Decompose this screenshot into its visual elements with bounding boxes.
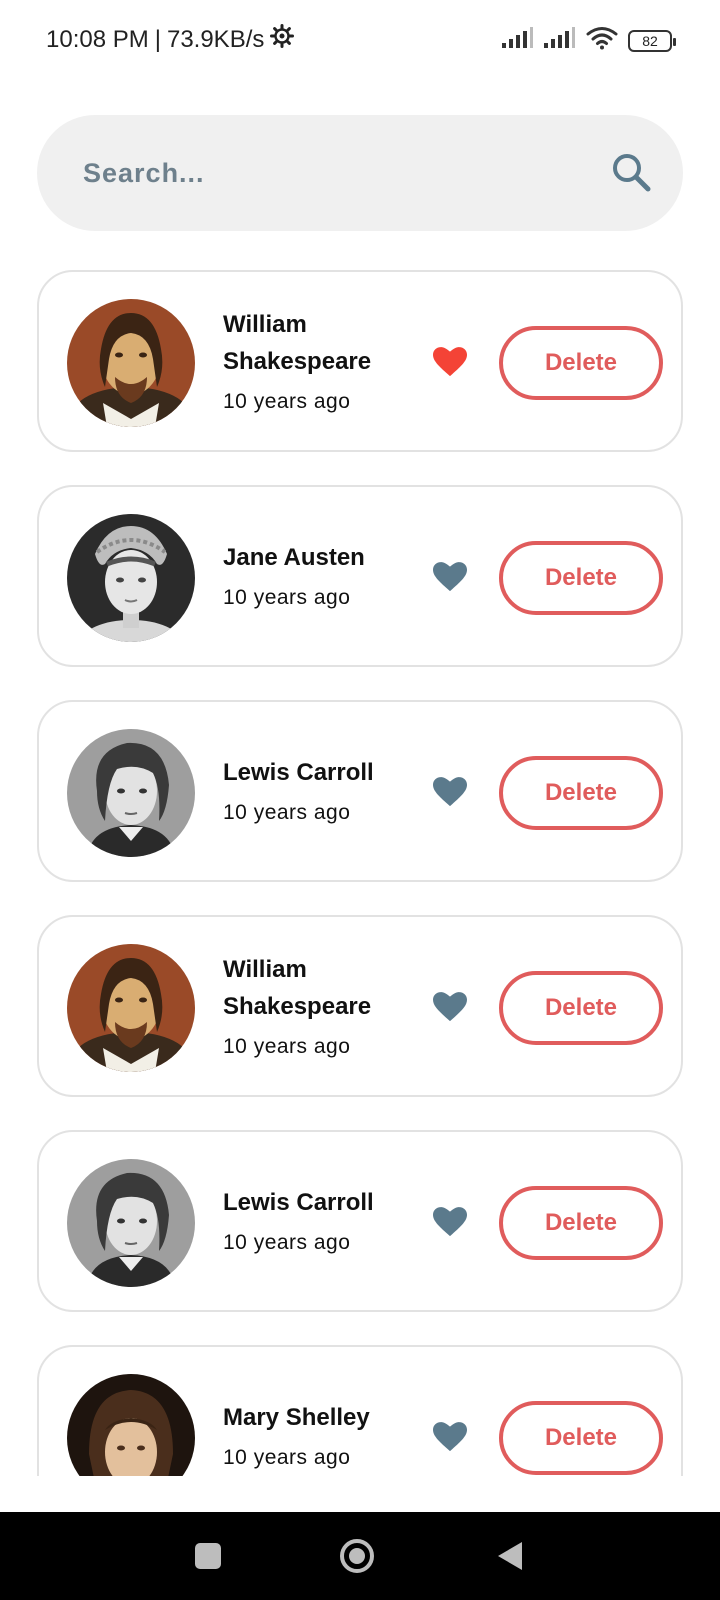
author-info: William Shakespeare 10 years ago <box>223 272 423 450</box>
author-name: Mary Shelley <box>223 1404 370 1431</box>
favorite-heart-icon[interactable] <box>431 343 469 381</box>
wifi-icon <box>586 26 618 55</box>
author-name: Lewis Carroll <box>223 1189 374 1216</box>
status-left: 10:08 PM | 73.9KB/s <box>46 24 295 55</box>
author-info: Lewis Carroll 10 years ago <box>223 1132 423 1310</box>
signal-strength-icon <box>544 27 576 54</box>
search-bar <box>37 115 683 231</box>
author-card[interactable]: Mary Shelley 10 years ago Delete <box>37 1345 683 1476</box>
author-card[interactable]: Jane Austen 10 years ago Delete <box>37 485 683 667</box>
search-input[interactable] <box>83 157 609 189</box>
austen-portrait <box>67 514 195 642</box>
author-name: William Shakespeare <box>223 955 372 1020</box>
favorite-heart-icon[interactable] <box>431 988 469 1026</box>
author-name: William Shakespeare <box>223 310 372 375</box>
carroll-portrait <box>67 729 195 857</box>
delete-button[interactable]: Delete <box>499 971 663 1045</box>
search-icon[interactable] <box>609 150 655 196</box>
author-avatar <box>67 1159 195 1287</box>
delete-button[interactable]: Delete <box>499 541 663 615</box>
battery-icon: 82 <box>628 29 676 52</box>
author-card[interactable]: William Shakespeare 10 years ago Delete <box>37 270 683 452</box>
author-list[interactable]: William Shakespeare 10 years ago Delete <box>0 270 720 1476</box>
author-card[interactable]: Lewis Carroll 10 years ago Delete <box>37 1130 683 1312</box>
system-nav-bar <box>0 1512 720 1600</box>
favorite-heart-icon[interactable] <box>431 1203 469 1241</box>
author-time: 10 years ago <box>223 801 351 824</box>
author-card[interactable]: Lewis Carroll 10 years ago Delete <box>37 700 683 882</box>
delete-button[interactable]: Delete <box>499 1401 663 1475</box>
shakespeare-portrait <box>67 944 195 1072</box>
author-avatar <box>67 944 195 1072</box>
author-card[interactable]: William Shakespeare 10 years ago Delete <box>37 915 683 1097</box>
status-bar: 10:08 PM | 73.9KB/s 82 <box>0 0 720 80</box>
status-right: 82 <box>502 26 676 55</box>
author-name: Jane Austen <box>223 544 365 571</box>
carroll-portrait <box>67 1159 195 1287</box>
author-avatar <box>67 729 195 857</box>
back-icon[interactable] <box>492 1538 528 1574</box>
network-speed: 73.9KB/s <box>166 25 265 53</box>
author-avatar <box>67 299 195 427</box>
shakespeare-portrait <box>67 299 195 427</box>
delete-button[interactable]: Delete <box>499 326 663 400</box>
status-separator: | <box>154 25 161 53</box>
recent-apps-icon[interactable] <box>190 1538 226 1574</box>
author-avatar <box>67 1374 195 1476</box>
delete-button[interactable]: Delete <box>499 1186 663 1260</box>
author-name: Lewis Carroll <box>223 759 374 786</box>
author-time: 10 years ago <box>223 1231 351 1254</box>
shelley-portrait <box>67 1374 195 1476</box>
settings-gear-icon <box>270 24 295 55</box>
favorite-heart-icon[interactable] <box>431 773 469 811</box>
author-time: 10 years ago <box>223 586 351 609</box>
author-info: Lewis Carroll 10 years ago <box>223 702 423 880</box>
battery-level: 82 <box>642 32 658 49</box>
home-icon[interactable] <box>339 1538 375 1574</box>
author-info: Mary Shelley 10 years ago <box>223 1347 423 1476</box>
signal-strength-icon <box>502 27 534 54</box>
favorite-heart-icon[interactable] <box>431 1418 469 1456</box>
app-screen: 10:08 PM | 73.9KB/s 82 Search... William… <box>0 0 720 1600</box>
author-time: 10 years ago <box>223 1034 351 1058</box>
author-info: Jane Austen 10 years ago <box>223 487 423 665</box>
author-info: William Shakespeare 10 years ago <box>223 917 423 1095</box>
status-time: 10:08 PM <box>46 25 149 53</box>
delete-button[interactable]: Delete <box>499 756 663 830</box>
favorite-heart-icon[interactable] <box>431 558 469 596</box>
author-avatar <box>67 514 195 642</box>
author-time: 10 years ago <box>223 1446 351 1469</box>
author-time: 10 years ago <box>223 389 351 413</box>
